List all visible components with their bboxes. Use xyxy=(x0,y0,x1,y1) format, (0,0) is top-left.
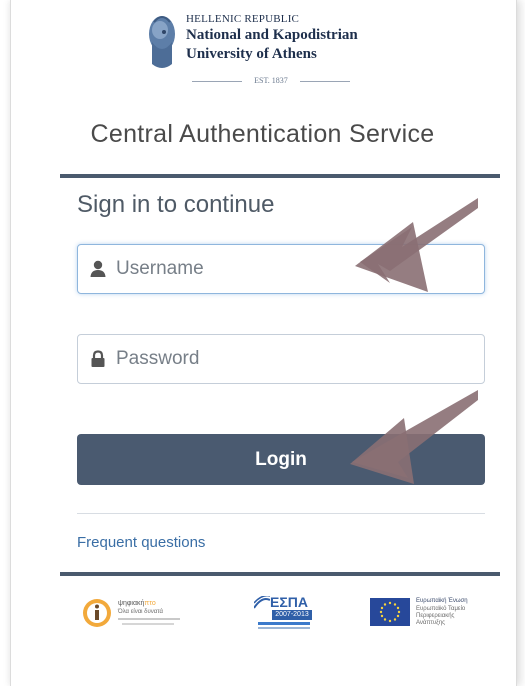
login-button[interactable]: Login xyxy=(77,434,485,485)
username-input[interactable] xyxy=(116,253,476,285)
digital-greece-tagline-2 xyxy=(122,623,174,625)
digital-greece-tagline xyxy=(118,618,180,620)
username-field[interactable] xyxy=(77,244,485,294)
user-icon xyxy=(90,260,106,277)
login-panel: Sign in to continue Login Frequent quest… xyxy=(60,174,500,576)
eu-line-2: Ευρωπαϊκό Ταμείο xyxy=(416,606,466,612)
espa-bar xyxy=(258,622,310,625)
espa-years: 2007-2013 xyxy=(272,610,312,620)
university-logo: HELLENIC REPUBLIC National and Kapodistr… xyxy=(146,10,416,88)
eu-line-1: Ευρωπαϊκή Ένωση xyxy=(416,598,468,604)
espa-swoosh-icon xyxy=(254,596,270,609)
frequent-questions-link[interactable]: Frequent questions xyxy=(77,534,205,551)
logo-established: EST. 1837 xyxy=(188,76,354,85)
logo-university-name-1: National and Kapodistrian xyxy=(186,27,358,43)
espa-logo: ΕΣΠΑ 2007-2013 xyxy=(254,594,316,632)
eu-logo: Ευρωπαϊκή Ένωση Ευρωπαϊκό Ταμείο Περιφερ… xyxy=(370,594,480,632)
password-input[interactable] xyxy=(116,343,476,375)
espa-title: ΕΣΠΑ xyxy=(270,594,308,610)
digital-greece-logo: ψηφιακήπτο Όλα είναι δυνατά xyxy=(82,594,202,632)
eu-line-3: Περιφερειακής xyxy=(416,613,455,619)
page-title: Central Authentication Service xyxy=(90,120,435,148)
logo-university-name-2: University of Athens xyxy=(186,46,317,62)
athena-seal-icon xyxy=(149,16,175,68)
info-circle-icon xyxy=(83,599,111,627)
digital-greece-title: ψηφιακήπτο xyxy=(118,600,156,607)
lock-icon xyxy=(91,350,105,367)
login-heading: Sign in to continue xyxy=(77,191,275,218)
eu-line-4: Ανάπτυξης xyxy=(416,620,446,626)
espa-bar-2 xyxy=(258,627,310,629)
password-field[interactable] xyxy=(77,334,485,384)
logo-country: HELLENIC REPUBLIC xyxy=(186,13,300,25)
divider xyxy=(77,513,485,514)
eu-flag-icon xyxy=(370,598,410,626)
digital-greece-subtitle: Όλα είναι δυνατά xyxy=(118,609,164,615)
